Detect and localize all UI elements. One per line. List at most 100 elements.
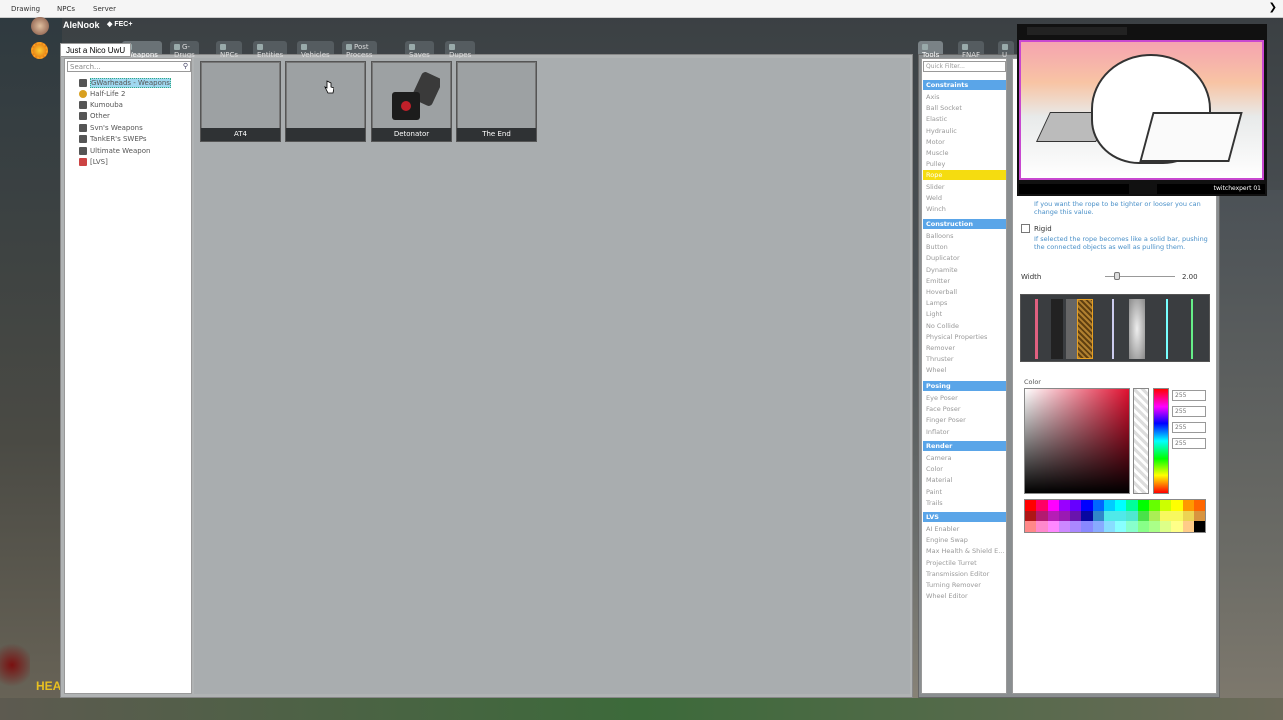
palette-swatch[interactable] [1092, 510, 1104, 522]
tab-tools[interactable]: Tools [918, 41, 944, 59]
rope-material-smoke[interactable] [1129, 299, 1145, 359]
palette-swatch[interactable] [1025, 510, 1037, 522]
tool-item[interactable]: Camera [926, 453, 1006, 463]
tree-item[interactable]: GWarheads - Weapons [79, 78, 171, 90]
palette-swatch[interactable] [1103, 500, 1115, 511]
palette-swatch[interactable] [1160, 500, 1172, 511]
tree-item[interactable]: [LVS] [79, 158, 108, 169]
rope-material-black[interactable] [1051, 299, 1063, 359]
category-construction[interactable]: Construction [923, 219, 1006, 229]
tool-item[interactable]: Wheel Editor [926, 591, 1006, 601]
tab-u[interactable]: U [998, 41, 1014, 59]
tab-post-process[interactable]: Post Process [342, 41, 377, 59]
palette-swatch[interactable] [1148, 521, 1160, 532]
hue-bar[interactable] [1153, 388, 1169, 494]
tree-item[interactable]: Half-Life 2 [79, 90, 125, 101]
tool-item[interactable]: Max Health & Shield E... [926, 546, 1006, 556]
rope-material-picker[interactable] [1020, 294, 1210, 362]
tree-item[interactable]: Ultimate Weapon [79, 147, 150, 158]
palette-swatch[interactable] [1171, 510, 1183, 522]
category-constraints[interactable]: Constraints [923, 80, 1006, 90]
palette-swatch[interactable] [1081, 510, 1093, 522]
palette-swatch[interactable] [1070, 521, 1082, 532]
palette-swatch[interactable] [1171, 521, 1183, 532]
palette-swatch[interactable] [1115, 510, 1127, 522]
menu-npcs[interactable]: NPCs [57, 5, 75, 13]
tool-item[interactable]: Balloons [926, 231, 1006, 241]
palette-swatch[interactable] [1103, 510, 1115, 522]
palette-swatch[interactable] [1070, 510, 1082, 522]
palette-swatch[interactable] [1193, 500, 1205, 511]
palette-swatch[interactable] [1115, 521, 1127, 532]
tab-vehicles[interactable]: Vehicles [297, 41, 334, 59]
tool-item[interactable]: Color [926, 464, 1006, 474]
palette-swatch[interactable] [1025, 521, 1037, 532]
tool-item[interactable]: Material [926, 475, 1006, 485]
tool-item[interactable]: Pulley [926, 159, 1006, 169]
tool-item[interactable]: Button [926, 242, 1006, 252]
tree-item[interactable]: Kumouba [79, 101, 123, 112]
tool-item[interactable]: Lamps [926, 298, 1006, 308]
tool-item[interactable]: Paint [926, 487, 1006, 497]
palette-swatch[interactable] [1025, 500, 1037, 511]
category-posing[interactable]: Posing [923, 381, 1006, 391]
tool-item[interactable]: Wheel [926, 365, 1006, 375]
spawn-icon-detonator[interactable]: Detonator [371, 61, 452, 142]
tool-item[interactable]: Weld [926, 193, 1006, 203]
palette-swatch[interactable] [1092, 521, 1104, 532]
palette-swatch[interactable] [1126, 521, 1138, 532]
palette-swatch[interactable] [1160, 521, 1172, 532]
tool-item[interactable]: Projectile Turret [926, 558, 1006, 568]
palette-swatch[interactable] [1058, 521, 1070, 532]
tree-item[interactable]: Other [79, 112, 110, 123]
palette-swatch[interactable] [1058, 500, 1070, 511]
tool-item[interactable]: Eye Poser [926, 393, 1006, 403]
tool-item[interactable]: Trails [926, 498, 1006, 508]
tool-item[interactable]: Rope [923, 170, 1006, 181]
palette-swatch[interactable] [1103, 521, 1115, 532]
palette-swatch[interactable] [1193, 521, 1205, 532]
palette-swatch[interactable] [1070, 500, 1082, 511]
tool-item[interactable]: Light [926, 309, 1006, 319]
spawn-icon-at4[interactable]: AT4 [200, 61, 281, 142]
tool-item[interactable]: AI Enabler [926, 524, 1006, 534]
rope-material-laser[interactable] [1161, 299, 1173, 359]
tool-item[interactable]: Thruster [926, 354, 1006, 364]
tool-item[interactable]: Face Poser [926, 404, 1006, 414]
tree-item[interactable]: TankER's SWEPs [79, 135, 147, 146]
palette-swatch[interactable] [1036, 510, 1048, 522]
palette-swatch[interactable] [1126, 510, 1138, 522]
rigid-checkbox[interactable] [1021, 224, 1030, 233]
search-icon[interactable]: ⚲ [183, 62, 188, 70]
quick-filter-input[interactable]: Quick Filter... [923, 61, 1006, 72]
category-render[interactable]: Render [923, 441, 1006, 451]
tool-item[interactable]: Inflator [926, 427, 1006, 437]
palette-swatch[interactable] [1036, 521, 1048, 532]
palette-swatch[interactable] [1092, 500, 1104, 511]
tab-fnaf[interactable]: FNAF [958, 41, 985, 59]
palette-swatch[interactable] [1137, 510, 1149, 522]
color-palette[interactable] [1024, 499, 1206, 533]
tool-item[interactable]: Winch [926, 204, 1006, 214]
spawn-icon-the-end[interactable]: The End [456, 61, 537, 142]
tab-g-drugs[interactable]: G-Drugs [170, 41, 199, 59]
palette-swatch[interactable] [1182, 521, 1194, 532]
tool-item[interactable]: Muscle [926, 148, 1006, 158]
tool-item[interactable]: Transmission Editor [926, 569, 1006, 579]
palette-swatch[interactable] [1171, 500, 1183, 511]
alpha-input[interactable]: 255 [1172, 438, 1206, 449]
chevron-right-icon[interactable]: ❯ [1269, 2, 1277, 13]
tool-item[interactable]: Finger Poser [926, 415, 1006, 425]
tool-item[interactable]: Remover [926, 343, 1006, 353]
tool-item[interactable]: Motor [926, 137, 1006, 147]
alpha-bar[interactable] [1133, 388, 1149, 494]
tab-npcs[interactable]: NPCs [216, 41, 242, 59]
palette-swatch[interactable] [1193, 510, 1205, 522]
green-input[interactable]: 255 [1172, 406, 1206, 417]
palette-swatch[interactable] [1058, 510, 1070, 522]
blue-input[interactable]: 255 [1172, 422, 1206, 433]
red-input[interactable]: 255 [1172, 390, 1206, 401]
tool-item[interactable]: Ball Socket [926, 103, 1006, 113]
menu-drawing[interactable]: Drawing [11, 5, 40, 13]
tool-item[interactable]: Elastic [926, 114, 1006, 124]
